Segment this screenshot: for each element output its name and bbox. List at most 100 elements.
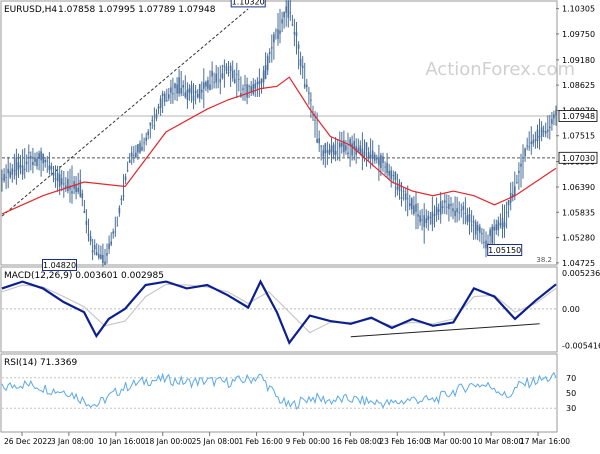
candle-body (295, 32, 298, 37)
candle-body (34, 157, 36, 162)
candle-body (524, 148, 526, 156)
candle-body (133, 154, 135, 156)
candle-body (163, 93, 166, 102)
time-axis-label-8: 23 Feb 16:00 (379, 437, 428, 446)
candle-body (273, 34, 275, 43)
candle-body (106, 253, 108, 256)
candle-body (520, 163, 522, 167)
candle-body (186, 89, 189, 100)
candle-body (530, 141, 533, 144)
candle-body (5, 177, 7, 178)
candle-body (124, 176, 127, 180)
candle-body (172, 93, 174, 95)
candle-body (378, 158, 380, 166)
candle-body (266, 56, 269, 71)
macd-axis-label-0: 0.005236 (562, 269, 600, 278)
candle-body (483, 242, 485, 243)
candle-body (551, 119, 553, 124)
candle-body (421, 219, 423, 221)
candle-body (58, 174, 61, 187)
candle-body (157, 106, 160, 109)
candle-body (71, 191, 73, 194)
candle-body (63, 183, 65, 185)
candle-body (413, 205, 415, 214)
candle-body (221, 73, 224, 79)
candle-body (268, 52, 271, 54)
candle-body (320, 145, 322, 147)
candle-body (223, 65, 226, 67)
candle-body (493, 226, 495, 231)
candle-body (351, 143, 353, 156)
candle-body (553, 114, 555, 119)
candle-body (211, 71, 213, 77)
candle-body (394, 171, 397, 180)
price-axis-label-0: 1.10305 (562, 5, 595, 14)
candle-body (56, 172, 59, 182)
candle-body (429, 217, 432, 219)
candle-body (258, 80, 261, 85)
candle-body (184, 92, 187, 98)
candle-body (386, 163, 388, 173)
candle-body (419, 215, 421, 222)
candle-body (427, 215, 430, 220)
candle-body (116, 225, 119, 227)
candle-body (452, 208, 454, 212)
candle-body (439, 201, 442, 215)
candle-body (297, 44, 300, 49)
candle-body (328, 149, 331, 155)
candle-body (536, 129, 539, 142)
candle-body (32, 162, 34, 166)
time-axis-label-5: 1 Feb 16:00 (239, 437, 284, 446)
candle-body (367, 151, 370, 159)
candle-body (40, 151, 42, 161)
candle-body (332, 144, 335, 155)
chart-canvas: ActionForex.com 1.10320 1.04820 1.05150 38.… (0, 0, 600, 450)
candle-body (52, 172, 55, 176)
candle-body (330, 145, 333, 153)
candle-body (180, 87, 182, 94)
candle-body (15, 157, 18, 176)
candle-body (83, 210, 86, 214)
candle-body (91, 250, 94, 253)
price-axis-label-2: 1.09180 (562, 56, 595, 65)
candle-body (334, 150, 337, 155)
candle-body (161, 93, 164, 96)
candle-body (464, 212, 467, 214)
candle-body (433, 214, 436, 217)
time-axis-label-2: 10 Jan 16:00 (98, 437, 146, 446)
candle-body (137, 144, 139, 153)
candle-body (227, 71, 230, 74)
candle-body (77, 187, 79, 192)
candle-body (209, 84, 211, 91)
symbol-label: EURUSD,H4 (4, 5, 57, 15)
candle-body (472, 220, 475, 223)
macd-axis-label-1: 0.00 (562, 305, 580, 314)
candle-body (207, 80, 209, 89)
candle-body (382, 156, 384, 163)
candle-body (514, 186, 516, 196)
candle-body (229, 65, 232, 72)
candle-body (28, 152, 30, 153)
candle-body (151, 119, 154, 121)
candle-body (369, 154, 372, 159)
candle-body (306, 84, 308, 88)
candle-body (231, 70, 234, 79)
time-axis-label-3: 18 Jan 00:00 (145, 437, 193, 446)
candle-body (100, 254, 102, 259)
candle-body (153, 125, 156, 127)
candle-body (25, 161, 28, 164)
candle-body (303, 84, 306, 88)
candle-body (388, 170, 390, 176)
level-label-1: 1.07948 (562, 112, 595, 121)
price-axis-label-1: 1.09750 (562, 30, 595, 39)
candle-body (145, 137, 147, 141)
time-axis-label-10: 10 Mar 08:00 (473, 437, 523, 446)
candle-body (448, 203, 450, 210)
candle-body (112, 231, 114, 234)
watermark: ActionForex.com (425, 59, 575, 80)
time-axis-label-6: 9 Feb 00:00 (286, 437, 331, 446)
candle-body (435, 207, 438, 215)
candle-body (365, 142, 368, 151)
candle-body (192, 95, 195, 101)
candle-body (376, 157, 378, 160)
